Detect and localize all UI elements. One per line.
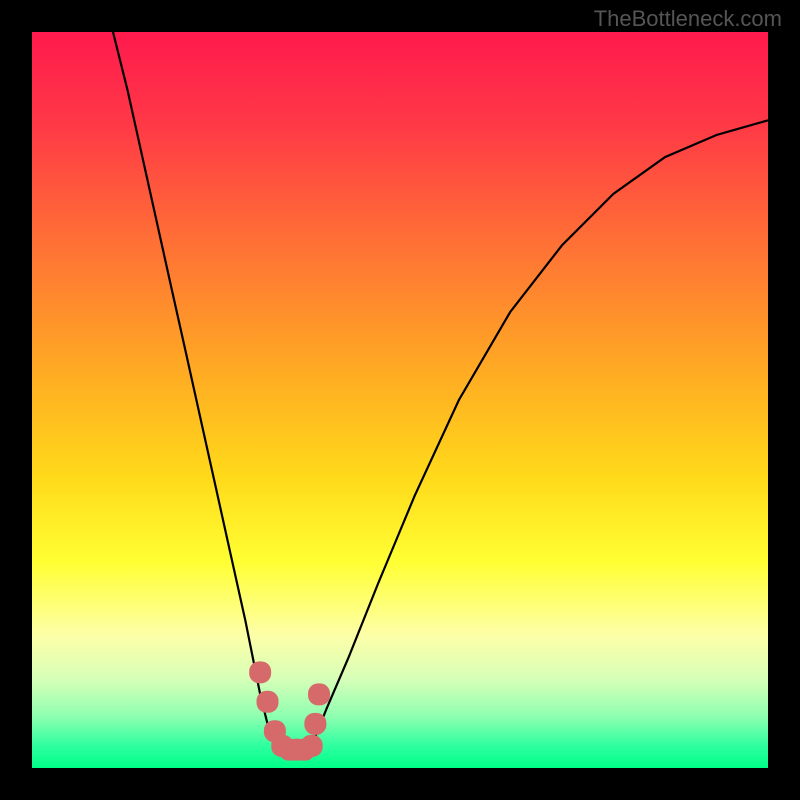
- chart-marker: [301, 735, 323, 757]
- watermark-text: TheBottleneck.com: [594, 6, 782, 32]
- chart-curves: [32, 32, 768, 768]
- chart-marker: [308, 683, 330, 705]
- chart-marker: [304, 713, 326, 735]
- chart-marker: [249, 661, 271, 683]
- chart-line-right-branch: [312, 120, 768, 746]
- chart-plot-area: [32, 32, 768, 768]
- chart-marker: [257, 691, 279, 713]
- chart-line-left-branch: [113, 32, 275, 746]
